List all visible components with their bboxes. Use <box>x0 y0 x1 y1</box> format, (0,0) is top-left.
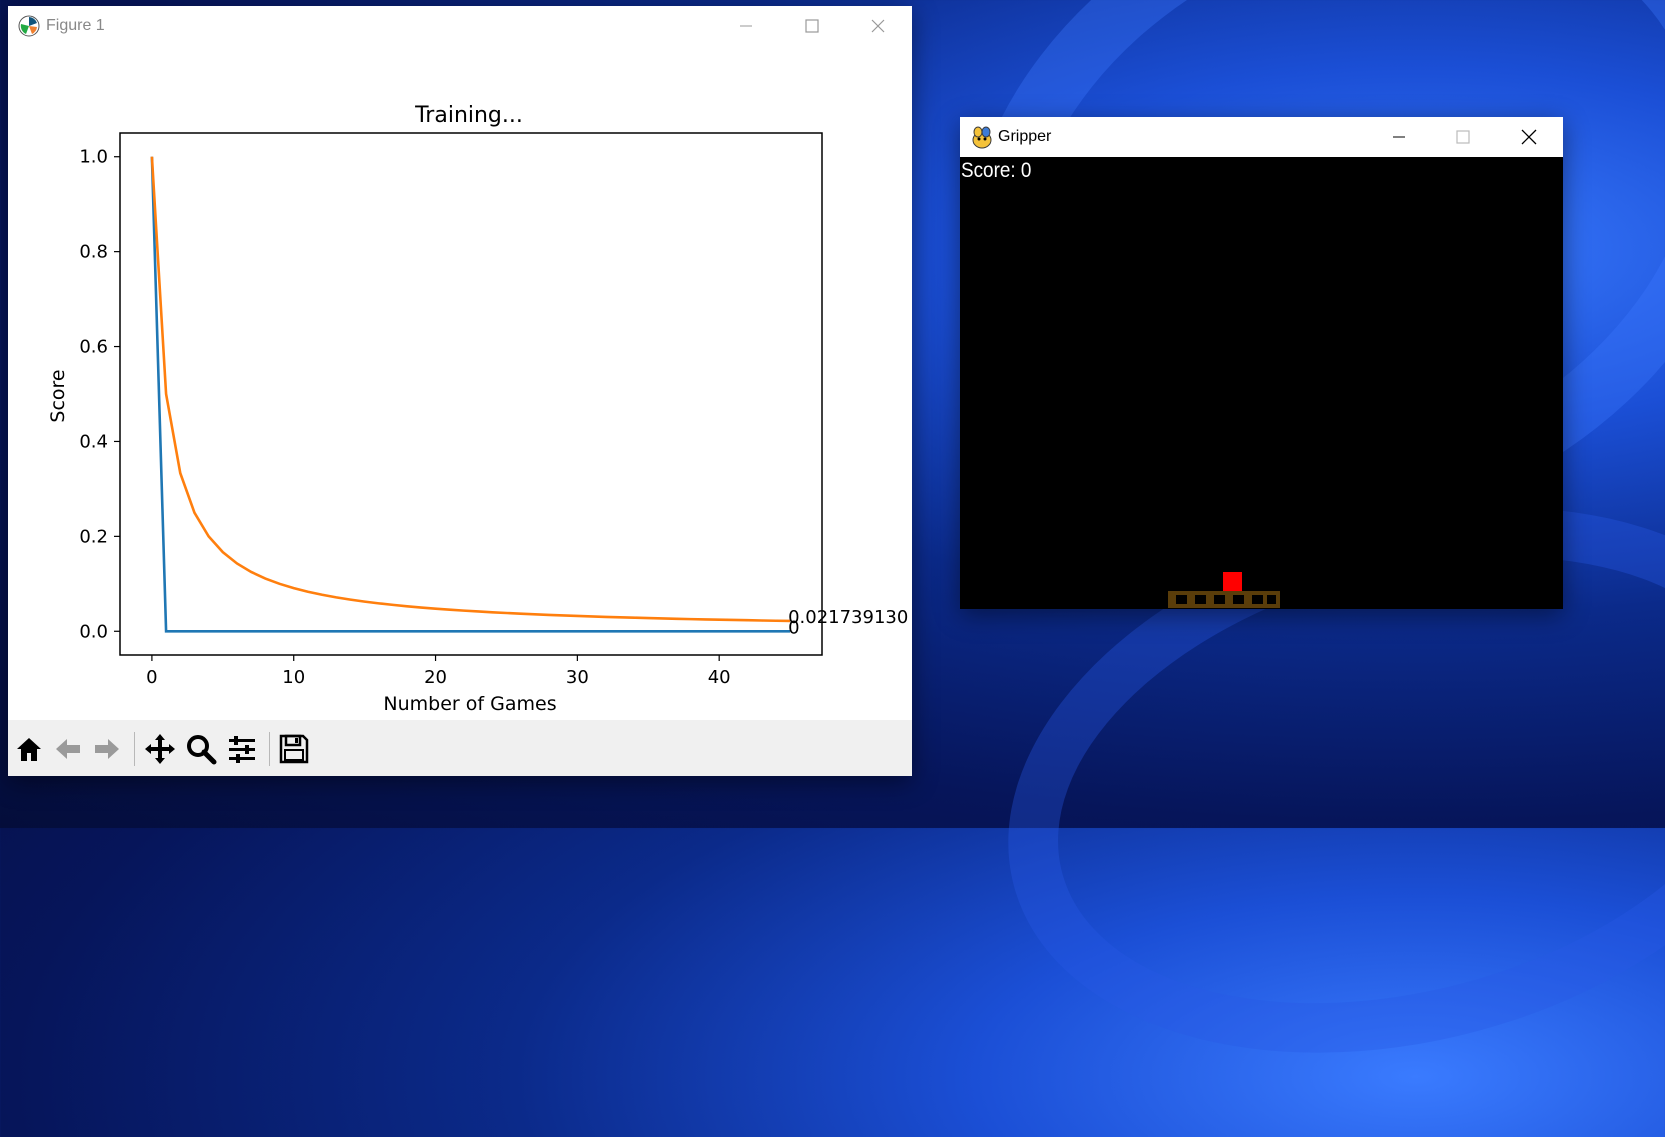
falling-block <box>1223 572 1242 591</box>
figure-titlebar[interactable]: Figure 1 <box>8 6 912 46</box>
y-tick-label: 0.2 <box>79 526 108 547</box>
figure-toolbar <box>8 720 912 776</box>
pygame-logo-icon <box>970 125 994 149</box>
maximize-button[interactable] <box>780 6 844 46</box>
x-tick-label: 0 <box>146 667 157 688</box>
toolbar-separator <box>134 732 135 766</box>
gripper-window: Gripper Score: 0 <box>960 117 1563 609</box>
x-tick-label: 20 <box>424 667 447 688</box>
x-axis-label: Number of Games <box>383 693 556 715</box>
zoom-button[interactable] <box>183 730 219 768</box>
plot-frame <box>119 132 823 656</box>
minimize-button[interactable] <box>1367 117 1431 157</box>
chart-title: Training... <box>414 103 523 128</box>
back-arrow-icon <box>56 739 80 759</box>
home-button[interactable] <box>11 730 47 768</box>
x-tick-label: 30 <box>566 667 589 688</box>
y-tick-label: 0.6 <box>79 337 108 358</box>
pan-button[interactable] <box>142 730 178 768</box>
minimize-button[interactable] <box>714 6 778 46</box>
close-button[interactable] <box>1497 117 1561 157</box>
x-tick-label: 40 <box>708 667 731 688</box>
score-label: Score: 0 <box>961 159 1032 182</box>
zoom-icon <box>187 735 217 765</box>
figure-window: Figure 1 Training... 0 10 20 30 40 0.0 0.2 0.4… <box>8 6 912 776</box>
configure-subplots-icon <box>229 736 255 763</box>
x-tick-label: 10 <box>282 667 305 688</box>
save-button[interactable] <box>276 730 312 768</box>
gripper-titlebar[interactable]: Gripper <box>960 117 1563 157</box>
y-tick-label: 0.4 <box>79 431 108 452</box>
series-line-0 <box>150 156 791 633</box>
toolbar-separator <box>269 732 270 766</box>
y-tick-label: 0.0 <box>79 621 108 642</box>
close-button[interactable] <box>846 6 910 46</box>
home-icon <box>17 738 41 761</box>
save-icon <box>279 734 309 764</box>
forward-arrow-icon <box>95 739 119 759</box>
matplotlib-logo-icon <box>18 15 40 37</box>
back-button[interactable] <box>50 730 86 768</box>
y-axis-label: Score <box>47 369 69 422</box>
data-annotation: 0.021739130 <box>788 607 908 628</box>
game-canvas[interactable]: Score: 0 <box>960 157 1563 609</box>
window-title: Figure 1 <box>46 17 105 34</box>
configure-subplots-button[interactable] <box>224 730 260 768</box>
gripper-platform <box>1168 591 1280 608</box>
series-line-1 <box>150 156 791 623</box>
y-tick-label: 0.8 <box>79 242 108 263</box>
pan-icon <box>145 734 175 764</box>
training-chart: Training... 0 10 20 30 40 0.0 0.2 0.4 0.6 0.8 1.0… <box>47 103 908 715</box>
forward-button[interactable] <box>89 730 125 768</box>
maximize-button[interactable] <box>1431 117 1495 157</box>
y-tick-label: 1.0 <box>79 147 108 168</box>
window-title: Gripper <box>998 128 1052 145</box>
data-annotation: 0 <box>788 617 799 638</box>
